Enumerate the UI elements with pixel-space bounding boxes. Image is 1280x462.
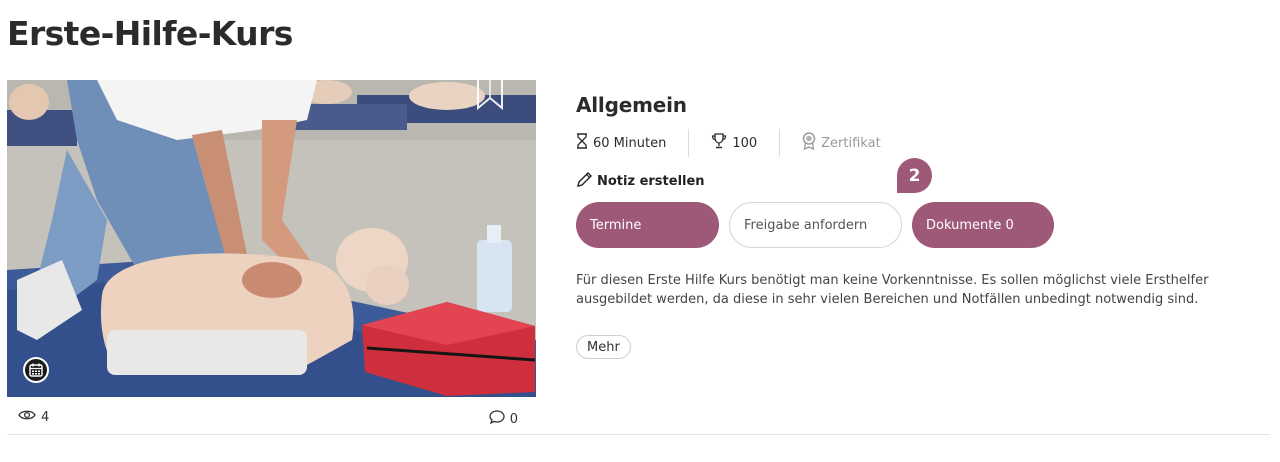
divider [7, 434, 1270, 435]
course-meta: 60 Minuten 100 Zertifikat [576, 129, 881, 157]
duration: 60 Minuten [576, 133, 666, 153]
hourglass-icon [576, 133, 588, 153]
views-count: 4 [18, 409, 49, 425]
count-badge: 2 [897, 158, 932, 193]
termine-button[interactable]: Termine [576, 202, 719, 248]
create-note-label: Notiz erstellen [597, 174, 705, 189]
eye-icon [18, 409, 36, 425]
create-note-link[interactable]: Notiz erstellen [576, 171, 705, 192]
course-image[interactable] [7, 80, 536, 397]
bookmark-icon[interactable] [476, 80, 504, 110]
course-description: Für diesen Erste Hilfe Kurs benötigt man… [576, 273, 1209, 307]
certificate: Zertifikat [802, 132, 881, 154]
points: 100 [711, 133, 757, 153]
section-title: Allgemein [576, 93, 687, 117]
certificate-label: Zertifikat [821, 135, 881, 151]
comment-icon [489, 409, 505, 429]
meta-separator [688, 129, 690, 157]
comments-value: 0 [509, 411, 518, 427]
request-approval-button[interactable]: Freigabe anfordern [729, 202, 902, 248]
cpr-training-photo [7, 80, 536, 397]
duration-value: 60 Minuten [593, 135, 667, 151]
meta-separator [779, 129, 781, 157]
views-value: 4 [41, 409, 50, 425]
points-value: 100 [732, 135, 758, 151]
trophy-icon [711, 133, 727, 153]
media-stats: 4 0 [18, 409, 518, 429]
award-icon [802, 132, 816, 154]
page-title: Erste-Hilfe-Kurs [7, 14, 293, 53]
documents-button[interactable]: Dokumente 0 [912, 202, 1054, 248]
more-button[interactable]: Mehr [576, 335, 631, 359]
calendar-icon [23, 357, 49, 383]
pencil-icon [576, 171, 593, 192]
comments-count[interactable]: 0 [489, 409, 518, 429]
